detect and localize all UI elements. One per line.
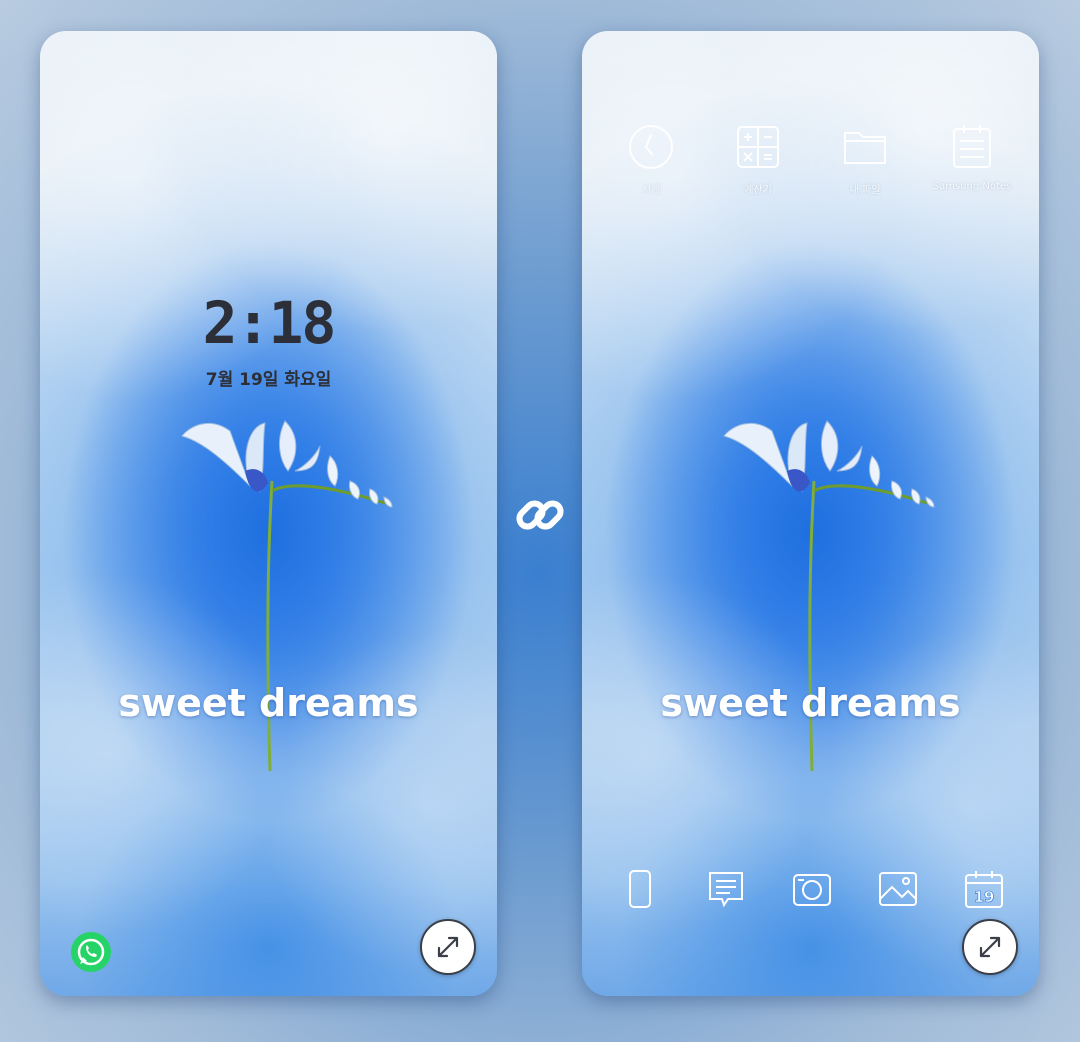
flower-illustration [181,420,393,772]
expand-button[interactable] [420,919,476,975]
wallpaper-caption: sweet dreams [660,681,961,725]
link-icon[interactable] [510,485,570,545]
dock-calendar[interactable]: 19 [929,869,1039,909]
wallpaper-caption: sweet dreams [118,681,419,725]
messages-icon [709,872,743,908]
camera-icon [793,874,831,906]
whatsapp-icon[interactable] [70,931,112,973]
lock-screen-preview: 2:18 7월 19일 화요일 sweet dreams [40,31,497,996]
notes-icon [953,125,991,168]
clock-icon [629,125,673,169]
expand-icon [979,936,1001,958]
app-label: Samsung Notes [932,181,1012,192]
app-label: 계산기 [744,185,772,196]
calendar-icon: 19 [965,871,1003,908]
calculator-icon [737,126,779,168]
calendar-day: 19 [974,888,995,906]
app-label: 시계 [641,185,661,196]
lock-clock: 2:18 [202,289,337,357]
flower-illustration [723,420,935,772]
gallery-icon [879,872,917,906]
app-samsung-notes[interactable]: Samsung Notes [917,123,1027,192]
app-clock[interactable]: 시계 [596,123,706,196]
app-label: 내 파일 [849,185,881,196]
lock-date: 7월 19일 화요일 [205,370,332,390]
folder-icon [844,132,886,164]
home-screen-preview: 시계 계산기 내 파일 Samsung Notes sweet dreams 1… [582,31,1039,996]
phone-icon [629,870,651,908]
expand-button[interactable] [962,919,1018,975]
expand-icon [437,936,459,958]
app-my-files[interactable]: 내 파일 [810,123,920,196]
app-calculator[interactable]: 계산기 [703,123,813,196]
